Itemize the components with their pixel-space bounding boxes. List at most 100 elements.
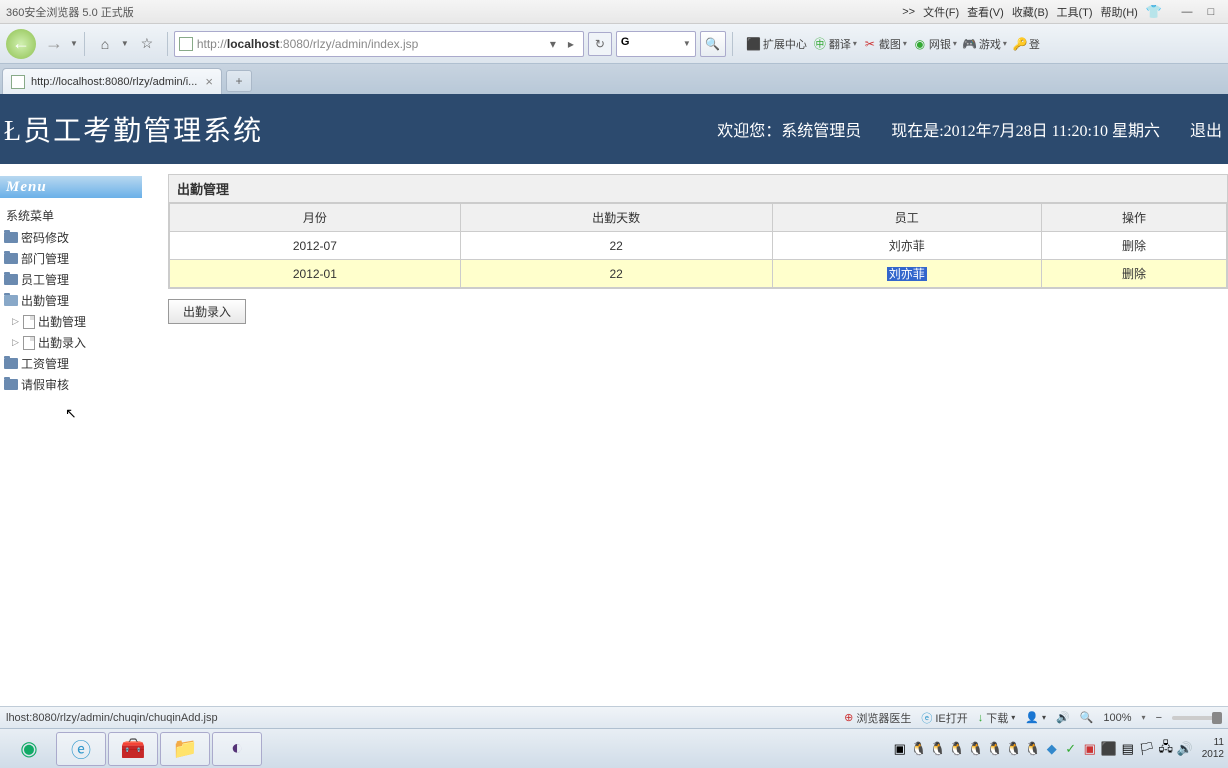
folder-icon: [4, 379, 18, 390]
maximize-button[interactable]: □: [1200, 4, 1222, 20]
sidebar-child-attendance-manage[interactable]: ▷出勤管理: [4, 311, 138, 332]
menu-view[interactable]: 查看(V): [967, 4, 1004, 20]
file-icon: [23, 315, 35, 329]
tray-qq-icon[interactable]: 🐧: [987, 741, 1003, 757]
tray-network-icon[interactable]: 🖧: [1158, 741, 1174, 757]
tray-qq-icon[interactable]: 🐧: [911, 741, 927, 757]
ext-translate[interactable]: ㊥翻译▾: [813, 36, 857, 52]
sidebar-item-attendance[interactable]: 出勤管理: [4, 290, 138, 311]
browser-doctor[interactable]: ⊕浏览器医生: [844, 710, 911, 726]
cell-employee: 刘亦菲: [772, 232, 1041, 260]
minimize-button[interactable]: —: [1176, 4, 1198, 20]
col-month: 月份: [170, 204, 461, 232]
refresh-button[interactable]: ↻: [588, 32, 612, 56]
skin-icon[interactable]: 👕: [1146, 4, 1162, 20]
folder-open-icon: [4, 295, 18, 306]
tree-arrow-icon: ▷: [12, 316, 20, 327]
tray-volume-icon[interactable]: 🔊: [1177, 741, 1193, 757]
menu-favorites[interactable]: 收藏(B): [1012, 4, 1049, 20]
ext-bank[interactable]: ◉网银▾: [913, 36, 957, 52]
back-button[interactable]: ←: [6, 29, 36, 59]
sidebar-item-password[interactable]: 密码修改: [4, 227, 138, 248]
tray-icon[interactable]: ⬛: [1101, 741, 1117, 757]
folder-icon: [4, 253, 18, 264]
table-row: 2012-07 22 刘亦菲 删除: [170, 232, 1227, 260]
task-browser[interactable]: ⓔ: [56, 732, 106, 766]
delete-link[interactable]: 删除: [1122, 267, 1146, 281]
col-days: 出勤天数: [460, 204, 772, 232]
ie-open[interactable]: ⓔIE打开: [921, 710, 967, 726]
logout-link[interactable]: 退出: [1190, 117, 1222, 141]
menu-header: Menu: [0, 176, 142, 198]
search-dropdown-icon[interactable]: ▼: [683, 39, 691, 48]
close-tab-icon[interactable]: ×: [205, 74, 213, 89]
ext-login[interactable]: 🔑登: [1013, 36, 1040, 52]
task-app1[interactable]: 🧰: [108, 732, 158, 766]
sidebar-item-salary[interactable]: 工资管理: [4, 353, 138, 374]
search-box[interactable]: ▼: [616, 31, 696, 57]
ext-center[interactable]: ⬛扩展中心: [747, 36, 807, 52]
tray-qq-icon[interactable]: 🐧: [1006, 741, 1022, 757]
taskbar-clock[interactable]: 11 2012: [1202, 737, 1224, 761]
zoom-icon[interactable]: 🔍: [1080, 711, 1094, 724]
home-dropdown-icon[interactable]: ▼: [121, 39, 129, 48]
go-button-icon[interactable]: ▸: [563, 37, 579, 51]
volume-icon[interactable]: 🔊: [1056, 711, 1070, 724]
forward-button[interactable]: →: [40, 30, 68, 58]
sidebar-item-dept[interactable]: 部门管理: [4, 248, 138, 269]
file-icon: [23, 336, 35, 350]
browser-tab[interactable]: http://localhost:8080/rlzy/admin/i... ×: [2, 68, 222, 94]
cell-month: 2012-07: [170, 232, 461, 260]
tray-icon[interactable]: ▣: [1082, 741, 1098, 757]
zoom-dropdown-icon[interactable]: ▾: [1142, 713, 1146, 722]
sidebar-item-employee[interactable]: 员工管理: [4, 269, 138, 290]
sidebar-item-leave[interactable]: 请假审核: [4, 374, 138, 395]
delete-link[interactable]: 删除: [1122, 239, 1146, 253]
tray-icon[interactable]: ✓: [1063, 741, 1079, 757]
tray-flag-icon[interactable]: 🏳: [1139, 741, 1155, 757]
menu-help[interactable]: 帮助(H): [1101, 4, 1138, 20]
tray-qq-icon[interactable]: 🐧: [949, 741, 965, 757]
menu-file[interactable]: 文件(F): [923, 4, 959, 20]
folder-icon: [4, 274, 18, 285]
favorites-button[interactable]: ☆: [133, 30, 161, 58]
ext-screenshot[interactable]: ✂截图▾: [863, 36, 907, 52]
search-button[interactable]: 🔍: [700, 31, 726, 57]
task-explorer[interactable]: 📁: [160, 732, 210, 766]
google-icon: [621, 36, 637, 52]
status-url: lhost:8080/rlzy/admin/chuqin/chuqinAdd.j…: [6, 712, 218, 724]
divider: [84, 32, 85, 56]
tray-qq-icon[interactable]: 🐧: [1025, 741, 1041, 757]
address-bar[interactable]: http://localhost:8080/rlzy/admin/index.j…: [174, 31, 584, 57]
folder-icon: [4, 358, 18, 369]
task-eclipse[interactable]: ◐: [212, 732, 262, 766]
sidebar-child-attendance-entry[interactable]: ▷出勤录入: [4, 332, 138, 353]
new-tab-button[interactable]: +: [226, 70, 252, 92]
page-icon: [11, 75, 25, 89]
mute-icon[interactable]: 👤▾: [1025, 711, 1046, 724]
tray-icon[interactable]: ▣: [892, 741, 908, 757]
zoom-value: 100%: [1103, 712, 1131, 724]
attendance-entry-button[interactable]: 出勤录入: [168, 299, 246, 324]
tray-qq-icon[interactable]: 🐧: [968, 741, 984, 757]
ext-game[interactable]: 🎮游戏▾: [963, 36, 1007, 52]
tray-qq-icon[interactable]: 🐧: [930, 741, 946, 757]
tray-icon[interactable]: ▤: [1120, 741, 1136, 757]
menu-tools[interactable]: 工具(T): [1056, 4, 1092, 20]
download[interactable]: ↓下载▾: [978, 710, 1016, 726]
welcome-text: 欢迎您：系统管理员: [717, 117, 861, 141]
history-dropdown-icon[interactable]: ▼: [70, 39, 78, 48]
tray-icon[interactable]: ◆: [1044, 741, 1060, 757]
cell-month: 2012-01: [170, 260, 461, 288]
home-button[interactable]: ⌂: [91, 30, 119, 58]
task-ie[interactable]: ◉: [4, 732, 54, 766]
table-row: 2012-01 22 刘亦菲 删除: [170, 260, 1227, 288]
zoom-slider[interactable]: [1172, 716, 1222, 720]
menu-section-title: 系统菜单: [4, 204, 138, 227]
cell-days: 22: [460, 232, 772, 260]
url-dropdown-icon[interactable]: ▾: [545, 37, 561, 51]
chevron-right-icon[interactable]: >>: [902, 6, 915, 18]
divider: [167, 32, 168, 56]
zoom-out-icon[interactable]: −: [1156, 712, 1162, 724]
panel-title: 出勤管理: [168, 174, 1228, 202]
